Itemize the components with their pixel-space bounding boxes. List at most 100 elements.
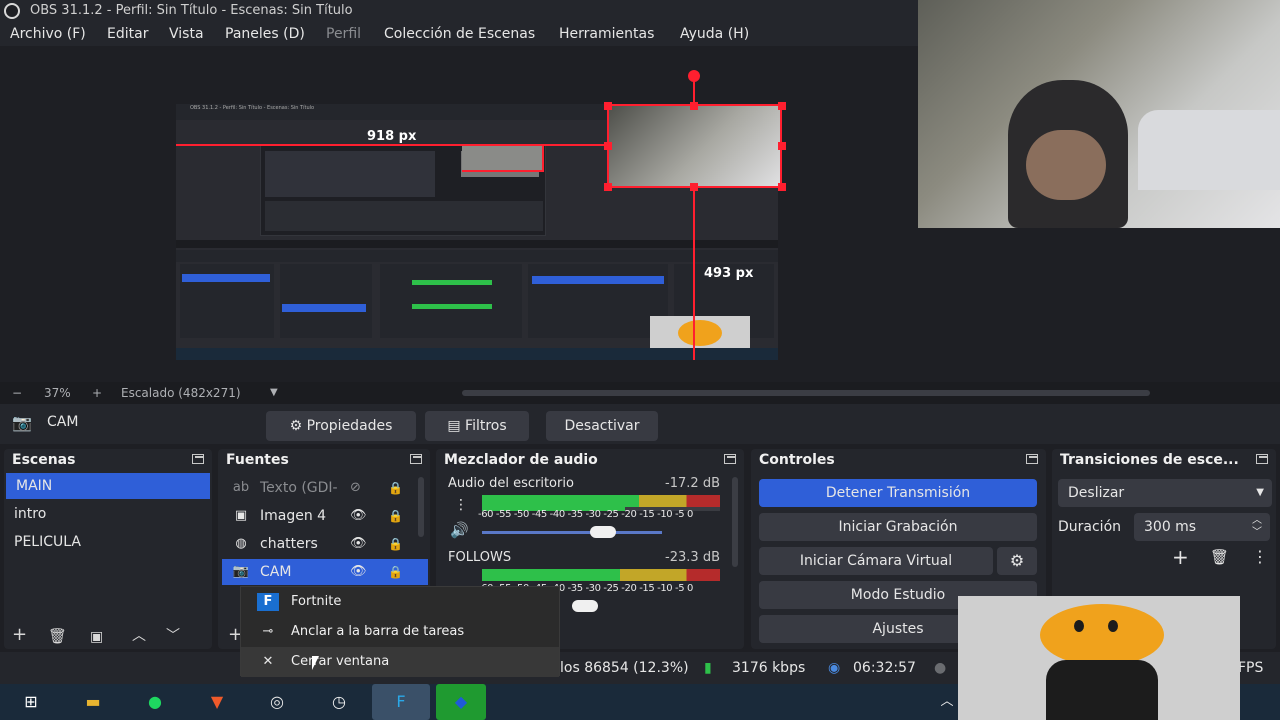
- menu-item-close-window[interactable]: ✕ Cerrar ventana: [241, 647, 559, 677]
- webcam-feed: [918, 0, 1280, 228]
- eye-icon[interactable]: 👁: [350, 503, 367, 529]
- height-label: 493 px: [704, 266, 754, 281]
- channel-db-desktop: -17.2 dB: [665, 476, 720, 491]
- spin-down-icon[interactable]: ﹀: [1252, 519, 1262, 547]
- remove-scene-icon[interactable]: 🗑: [48, 627, 67, 645]
- obs-logo-icon: [4, 3, 20, 19]
- duration-label: Duración: [1058, 519, 1122, 535]
- kebab-menu-icon[interactable]: ⋮: [454, 497, 468, 513]
- scene-filters-icon[interactable]: ▣: [90, 629, 103, 645]
- eye-icon[interactable]: 👁: [350, 559, 367, 585]
- browser-icon: ◍: [235, 536, 247, 551]
- rotation-handle[interactable]: [688, 70, 700, 82]
- menu-perfil[interactable]: Perfil: [326, 22, 361, 46]
- lock-icon[interactable]: 🔒: [388, 559, 403, 585]
- selected-source-box[interactable]: [607, 104, 782, 188]
- volume-slider-desktop[interactable]: [482, 531, 662, 534]
- undock-icon[interactable]: [192, 454, 204, 464]
- signal-icon: ▮: [704, 660, 712, 676]
- dropped-frames: los 86854 (12.3%): [560, 660, 689, 676]
- lock-icon[interactable]: 🔒: [388, 475, 403, 501]
- speaker-icon[interactable]: 🔊: [450, 521, 469, 539]
- move-down-icon[interactable]: ﹀: [166, 625, 180, 645]
- filter-icon: ▤: [447, 418, 461, 434]
- menu-paneles[interactable]: Paneles (D): [225, 22, 305, 46]
- scene-item-pelicula[interactable]: PELICULA: [4, 529, 208, 555]
- stream-time: 06:32:57: [853, 660, 916, 676]
- add-scene-icon[interactable]: +: [12, 624, 27, 645]
- hidden-eye-icon[interactable]: ⊘: [350, 475, 361, 501]
- gear-icon: ⚙: [289, 418, 303, 434]
- scaling-dropdown-icon[interactable]: ▼: [270, 382, 278, 404]
- chevron-down-icon: ▼: [1256, 487, 1264, 498]
- fortnite-icon[interactable]: F: [372, 684, 430, 720]
- duration-spinbox[interactable]: 300 ms ︿ ﹀: [1134, 513, 1270, 541]
- pin-icon: ⊸: [262, 624, 274, 639]
- properties-button[interactable]: ⚙ Propiedades: [266, 411, 416, 441]
- obs-icon[interactable]: ◎: [262, 688, 292, 716]
- lock-icon[interactable]: 🔒: [388, 531, 403, 557]
- stream-icon: ◉: [828, 660, 841, 676]
- undock-icon[interactable]: [724, 454, 736, 464]
- mixer-scrollbar[interactable]: [732, 477, 738, 567]
- menu-archivo[interactable]: Archivo (F): [10, 22, 86, 46]
- app-icon[interactable]: ◆: [436, 684, 486, 720]
- eye-icon[interactable]: 👁: [350, 531, 367, 557]
- file-explorer-icon[interactable]: ▬: [78, 688, 108, 716]
- filters-button[interactable]: ▤ Filtros: [425, 411, 529, 441]
- height-guide-line: [693, 186, 695, 360]
- scene-item-main[interactable]: MAIN: [6, 473, 210, 499]
- menu-item-fortnite[interactable]: F Fortnite: [241, 587, 559, 617]
- source-row-imagen[interactable]: ▣ Imagen 4 👁 🔒: [222, 503, 428, 529]
- start-windows-icon[interactable]: ⊞: [16, 688, 46, 716]
- undock-icon[interactable]: [410, 454, 422, 464]
- menu-item-pin-taskbar[interactable]: ⊸ Anclar a la barra de tareas: [241, 617, 559, 647]
- clock-icon[interactable]: ◷: [324, 688, 354, 716]
- virtual-camera-button[interactable]: Iniciar Cámara Virtual: [759, 547, 993, 575]
- menu-editar[interactable]: Editar: [107, 22, 148, 46]
- scenes-title: Escenas: [12, 452, 76, 468]
- transition-select[interactable]: Deslizar ▼: [1058, 479, 1272, 507]
- source-row-cam[interactable]: 📷 CAM 👁 🔒: [222, 559, 428, 585]
- bitrate: 3176 kbps: [732, 660, 806, 676]
- zoom-out-button[interactable]: −: [12, 382, 22, 404]
- source-toolbar: 📷 CAM ⚙ Propiedades ▤ Filtros Desactivar: [0, 404, 1280, 444]
- menu-herramientas[interactable]: Herramientas: [559, 22, 654, 46]
- volume-slider-handle-follows[interactable]: [572, 600, 598, 612]
- start-recording-button[interactable]: Iniciar Grabación: [759, 513, 1037, 541]
- zoom-in-button[interactable]: +: [92, 382, 102, 404]
- remove-transition-icon[interactable]: 🗑: [1210, 548, 1229, 566]
- menu-coleccion-escenas[interactable]: Colección de Escenas: [384, 22, 535, 46]
- selected-source-name: CAM: [47, 414, 79, 430]
- fps-label: FPS: [1238, 660, 1264, 676]
- source-row-texto[interactable]: ab Texto (GDI- ⊘ 🔒: [222, 475, 428, 501]
- menu-vista[interactable]: Vista: [169, 22, 204, 46]
- transitions-title: Transiciones de esce...: [1060, 452, 1239, 468]
- deactivate-button[interactable]: Desactivar: [546, 411, 658, 441]
- fortnite-icon: F: [257, 593, 279, 611]
- brave-icon[interactable]: ▼: [202, 688, 232, 716]
- lock-icon[interactable]: 🔒: [388, 503, 403, 529]
- transition-menu-icon[interactable]: ⋮: [1252, 547, 1268, 566]
- volume-slider-handle[interactable]: [590, 526, 616, 538]
- undock-icon[interactable]: [1026, 454, 1038, 464]
- preview-zoom-bar: − 37% + Escalado (482x271) ▼: [0, 382, 1280, 404]
- scenes-dock: Escenas MAIN intro PELICULA + 🗑 ▣ ︿ ﹀: [4, 449, 212, 649]
- stop-stream-button[interactable]: Detener Transmisión: [759, 479, 1037, 507]
- camera-icon: 📷: [232, 564, 250, 579]
- scaling-label: Escalado (482x271): [121, 386, 241, 400]
- add-transition-icon[interactable]: +: [1172, 545, 1189, 569]
- sources-scrollbar[interactable]: [418, 477, 424, 537]
- record-icon: ●: [934, 660, 947, 676]
- virtual-camera-settings-gear-icon[interactable]: ⚙: [997, 547, 1037, 575]
- scene-item-intro[interactable]: intro: [4, 501, 208, 527]
- mascot-overlay: [958, 596, 1240, 720]
- menu-ayuda[interactable]: Ayuda (H): [680, 22, 749, 46]
- move-up-icon[interactable]: ︿: [132, 625, 146, 645]
- zoom-level: 37%: [44, 386, 71, 400]
- taskbar-context-menu: F Fortnite ⊸ Anclar a la barra de tareas…: [240, 586, 560, 677]
- undock-icon[interactable]: [1256, 454, 1268, 464]
- preview-horizontal-scrollbar[interactable]: [462, 390, 1150, 396]
- source-row-chatters[interactable]: ◍ chatters 👁 🔒: [222, 531, 428, 557]
- spotify-icon[interactable]: ●: [140, 688, 170, 716]
